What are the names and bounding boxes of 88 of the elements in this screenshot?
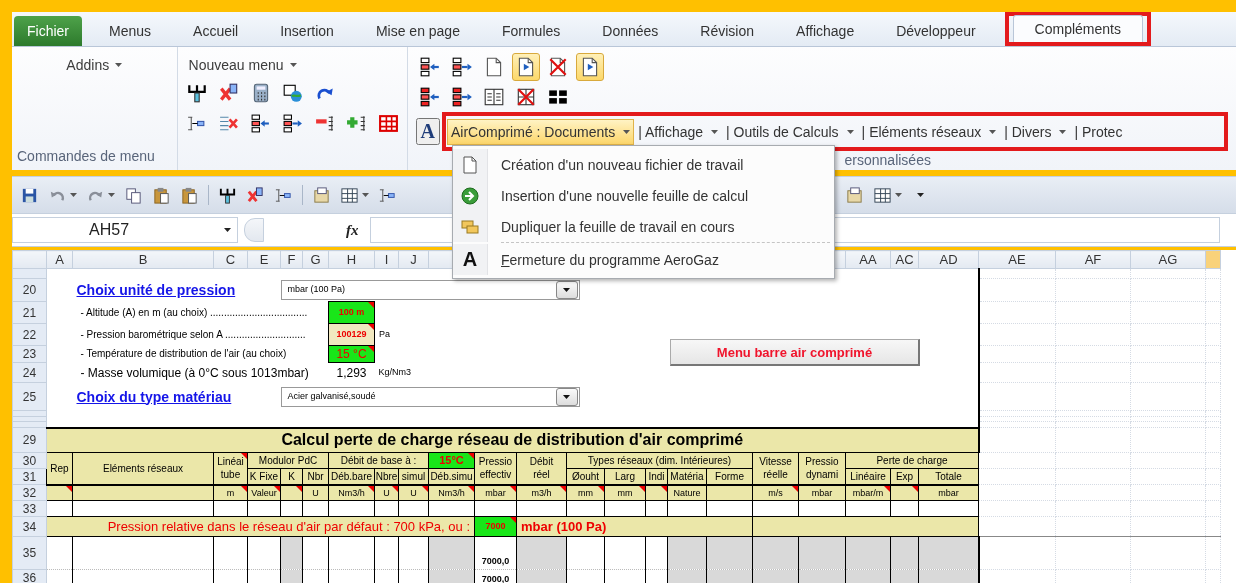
font-button[interactable]: A [415, 118, 440, 145]
unit-label: m3/h [516, 484, 567, 501]
font-icon: A [462, 248, 478, 271]
tab[interactable]: Données [581, 16, 680, 46]
parameter-label: - Température de distribution de l'air (au choix) [72, 345, 329, 363]
unit-label: U [302, 484, 329, 501]
unit-label: Pa [374, 323, 475, 346]
function-label[interactable]: fx [346, 221, 364, 239]
row-header[interactable]: 24 [12, 362, 47, 383]
parameter-value: 100 m [328, 301, 375, 324]
dropdown-label[interactable]: Choix unité de pression [72, 282, 236, 298]
unit-label: Kg/Nm3 [374, 362, 475, 383]
column-header[interactable]: AG [1130, 250, 1206, 269]
column-header[interactable]: C [213, 250, 248, 269]
unit-label: m/s [752, 484, 799, 501]
tab[interactable]: Insertion [259, 16, 355, 46]
tab[interactable]: Affichage [775, 16, 876, 46]
column-header[interactable]: F [280, 250, 303, 269]
tab[interactable]: Mise en page [354, 16, 481, 46]
dropdown-field[interactable]: mbar (100 Pa) [280, 279, 580, 300]
name-box[interactable]: AH57 [12, 217, 238, 243]
column-header[interactable]: J [398, 250, 429, 269]
dropdown-label[interactable]: Choix du type matériau [72, 388, 232, 405]
column-header[interactable]: A [46, 250, 73, 269]
column-header[interactable]: AD [918, 250, 979, 269]
row-header[interactable]: 22 [12, 323, 47, 346]
group-label: ersonnalisées [843, 152, 931, 170]
parameter-label: - Pression barométrique selon A ............................. [72, 323, 329, 346]
menu-bar-item[interactable]: | Protec [1070, 118, 1127, 145]
parameter-label: - Masse volumique (à 0°C sous 1013mbar) [72, 362, 329, 383]
parameter-value: 1,293 [328, 362, 375, 383]
unit-label: Nature [667, 484, 707, 501]
parameter-label: - Altitude (A) en m (au choix) ................................... [72, 301, 329, 324]
unit-label: mm [604, 484, 646, 501]
column-header[interactable]: E [247, 250, 281, 269]
menu-bar-item[interactable]: | Eléments réseaux [857, 118, 1001, 145]
column-header[interactable]: H [328, 250, 375, 269]
tab[interactable]: Menus [88, 16, 173, 46]
column-header[interactable]: AA [845, 250, 891, 269]
tab[interactable]: Accueil [172, 16, 260, 46]
table-title: Calcul perte de charge réseau de distribution d'air comprimé [46, 427, 979, 453]
new-menu[interactable]: Nouveau menu [185, 55, 300, 75]
row-header[interactable]: 21 [12, 301, 47, 324]
column-title: Vitesse réelle [752, 452, 799, 485]
row-header[interactable]: 20 [12, 278, 47, 302]
column-header[interactable]: AF [1055, 250, 1131, 269]
column-header[interactable]: B [72, 250, 214, 269]
dropdown-field[interactable]: Acier galvanisé,soudé [280, 386, 580, 407]
column-header[interactable]: G [302, 250, 329, 269]
row-header[interactable]: 34 [12, 516, 47, 537]
menu-bar-item[interactable]: | Outils de Calculs [722, 118, 858, 145]
tab[interactable]: Révision [679, 16, 776, 46]
column-title: Eléments réseaux [72, 452, 214, 485]
macro-button[interactable]: Menu barre air comprimé [670, 339, 920, 366]
menu-bar-item[interactable]: AirComprimé : Documents [447, 118, 635, 145]
tab[interactable]: Compléments [1012, 15, 1143, 42]
column-header[interactable]: AC [890, 250, 919, 269]
pressure-value: 7000,0 [474, 569, 517, 583]
addins-menu[interactable]: Addins [63, 55, 126, 75]
unit-label: m [213, 484, 248, 501]
tab[interactable]: Formules [480, 16, 582, 46]
unit-label: Nm3/h [328, 484, 375, 501]
unit-label: mbar [798, 484, 846, 501]
tab[interactable]: Développeur [875, 16, 997, 46]
unit-label: Nm3/h [428, 484, 475, 501]
column-title: Rep [46, 452, 73, 485]
default-pressure-label: Pression relative dans le réseau d'air par défaut : 700 kPa, ou : [46, 516, 475, 537]
unit-label: mm [566, 484, 605, 501]
row-header[interactable]: 35 [12, 536, 47, 570]
pressure-value: 7000,0 [474, 536, 517, 570]
unit-label: Valeur [247, 484, 281, 501]
row-header[interactable]: 25 [12, 382, 47, 411]
unit-label: mbar [474, 484, 517, 501]
column-title: Débit réel [516, 452, 567, 485]
menu-bar-item[interactable]: | Affichage [634, 118, 723, 145]
tab[interactable]: Fichier [14, 16, 82, 46]
unit-label: U [398, 484, 429, 501]
group-label: Commandes de menu [16, 148, 156, 166]
parameter-value: 100129 [328, 323, 375, 346]
unit-label: mbar [918, 484, 979, 501]
column-header[interactable]: AE [978, 250, 1056, 269]
column-header[interactable]: I [374, 250, 399, 269]
column-title: Pressio dynami [798, 452, 846, 485]
menu-bar-item[interactable]: | Divers [1000, 118, 1071, 145]
unit-label: U [374, 484, 399, 501]
column-title: Pressio effectiv [474, 452, 517, 485]
unit-label: mbar/m [845, 484, 891, 501]
row-header[interactable]: 29 [12, 427, 47, 453]
